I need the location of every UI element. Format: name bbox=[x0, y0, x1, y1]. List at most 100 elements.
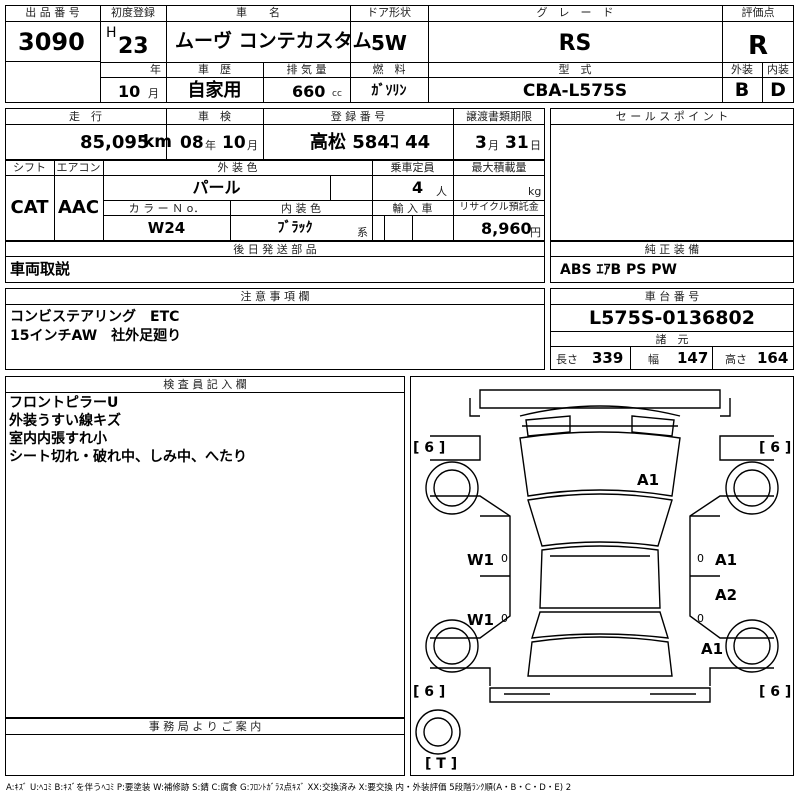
notes-label: 注 意 事 項 欄 bbox=[240, 290, 310, 303]
door-type: 5W bbox=[371, 31, 407, 55]
car-name: ムーヴ コンテカスタム bbox=[175, 30, 372, 52]
tire-rear-left: [ 6 ] bbox=[413, 684, 446, 700]
lot-no: 3090 bbox=[18, 28, 85, 56]
mileage-label: 走 行 bbox=[69, 110, 102, 123]
inspection-year: 08 bbox=[180, 133, 204, 153]
transfer-day: 31 bbox=[505, 133, 529, 153]
model: CBA-L575S bbox=[522, 81, 628, 101]
reg-no-label: 登 録 番 号 bbox=[330, 110, 386, 123]
office-label: 事 務 局 よ り ご 案 内 bbox=[148, 720, 262, 733]
inspector-line-1: フロントピラーU bbox=[9, 395, 119, 411]
inspection-year-unit: 年 bbox=[205, 139, 216, 152]
max-load-label: 最大積載量 bbox=[471, 161, 527, 174]
later-parts-label: 後 日 発 送 部 品 bbox=[233, 243, 317, 256]
recycle-unit: 円 bbox=[530, 226, 541, 239]
tire-front-left: [ 6 ] bbox=[413, 440, 446, 456]
recycle-label: リサイクル預託金 bbox=[459, 202, 539, 213]
mileage-unit: km bbox=[143, 132, 173, 152]
genuine-equipment: ABS ｴｱB PS PW bbox=[560, 262, 677, 278]
damage-left-rear-door: W1 bbox=[467, 611, 494, 629]
notes-line-1: コンビステアリング ETC bbox=[10, 309, 180, 325]
capacity: 4 bbox=[412, 178, 424, 197]
height-value: 164 bbox=[757, 349, 789, 367]
car-diagram-box: [ 6 ] [ 6 ] [ 6 ] [ 6 ] [ T ] A1 W1 0 W1… bbox=[410, 376, 794, 776]
displacement: 660 bbox=[292, 82, 326, 101]
first-reg-label: 初度登録 bbox=[111, 6, 155, 19]
inspection-month: 10 bbox=[222, 133, 246, 153]
damage-left-front-door: W1 bbox=[467, 551, 494, 569]
grade: RS bbox=[558, 31, 592, 56]
model-label: 型 式 bbox=[558, 63, 592, 76]
chassis-number: L575S-0136802 bbox=[589, 307, 755, 329]
exterior-color-label: 外 装 色 bbox=[217, 161, 258, 174]
inspector-line-3: 室内内張すれ小 bbox=[9, 431, 107, 447]
month-unit: 月 bbox=[148, 87, 159, 100]
width-label: 幅 bbox=[648, 353, 659, 366]
era: H bbox=[106, 25, 117, 41]
score: R bbox=[747, 31, 769, 61]
transfer-label: 譲渡書類期限 bbox=[466, 110, 532, 123]
first-reg-month: 10 bbox=[118, 82, 141, 101]
sales-point-label: セ ー ル ス ポ イ ン ト bbox=[615, 110, 729, 123]
grade-label: グ レ ー ド bbox=[536, 6, 614, 19]
specs-label: 諸 元 bbox=[655, 333, 689, 346]
capacity-label: 乗車定員 bbox=[390, 161, 435, 174]
legend: A:ｷｽﾞ U:ﾍｺﾐ B:ｷｽﾞを伴うﾍｺﾐ P:要塗装 W:補修跡 S:錆 … bbox=[6, 783, 572, 793]
ext-label: 外装 bbox=[731, 63, 753, 76]
inspector-line-2: 外装うすい線キズ bbox=[9, 413, 121, 429]
color-no: W24 bbox=[147, 219, 186, 237]
zero-left-rear: 0 bbox=[501, 612, 508, 625]
damage-right-rear-door: A2 bbox=[715, 586, 738, 604]
lot-no-label: 出 品 番 号 bbox=[25, 6, 80, 19]
aircon-label: エアコン bbox=[56, 161, 101, 174]
sales-point-box bbox=[550, 108, 794, 241]
displacement-unit: cc bbox=[332, 89, 342, 99]
history: 自家用 bbox=[187, 80, 242, 101]
reg-no: 高松 584ｺ 44 bbox=[310, 132, 431, 153]
zero-right-front: 0 bbox=[697, 552, 704, 565]
mileage: 85,095 bbox=[80, 132, 150, 153]
width-value: 147 bbox=[677, 349, 709, 367]
interior-color: ﾌﾞﾗｯｸ bbox=[277, 220, 313, 236]
door-label: ドア形状 bbox=[367, 6, 411, 19]
shift-label: シフト bbox=[13, 161, 46, 174]
exterior-color: パール bbox=[192, 178, 241, 197]
inspection-month-unit: 月 bbox=[247, 139, 258, 152]
length-label: 長さ bbox=[556, 353, 578, 366]
notes-line-2: 15インチAW 社外足廻り bbox=[10, 328, 182, 344]
aircon: AAC bbox=[57, 197, 100, 218]
inspector-label: 検 査 員 記 入 欄 bbox=[163, 378, 247, 391]
inspector-line-4: シート切れ・破れ中、しみ中、へたり bbox=[9, 449, 247, 465]
zero-left-front: 0 bbox=[501, 552, 508, 565]
int-score: D bbox=[770, 79, 786, 101]
tire-rear-right: [ 6 ] bbox=[759, 684, 792, 700]
chassis-label: 車 台 番 号 bbox=[644, 290, 700, 303]
import-label: 輸 入 車 bbox=[392, 202, 433, 215]
int-label: 内装 bbox=[767, 63, 789, 76]
history-label: 車 歴 bbox=[198, 63, 231, 76]
shift: CAT bbox=[10, 197, 49, 218]
car-name-label: 車 名 bbox=[236, 6, 280, 19]
fuel-label: 燃 料 bbox=[372, 63, 406, 76]
zero-right-rear: 0 bbox=[697, 612, 704, 625]
score-label: 評価点 bbox=[741, 6, 775, 19]
transfer-month-unit: 月 bbox=[488, 139, 499, 152]
transfer-month: 3 bbox=[475, 133, 487, 153]
car-diagram bbox=[415, 389, 779, 755]
tire-front-right: [ 6 ] bbox=[759, 440, 792, 456]
inspection-label: 車 検 bbox=[198, 110, 231, 123]
interior-color-label: 内 装 色 bbox=[281, 202, 321, 215]
color-no-label: カ ラ ー Ｎ o． bbox=[128, 202, 205, 215]
transfer-day-unit: 日 bbox=[530, 139, 541, 152]
length-value: 339 bbox=[592, 349, 624, 367]
displacement-label: 排 気 量 bbox=[286, 63, 327, 76]
fuel: ｶﾞｿﾘﾝ bbox=[371, 83, 407, 99]
first-reg-year: 23 bbox=[118, 34, 149, 59]
recycle-fee: 8,960 bbox=[481, 219, 532, 238]
year-unit: 年 bbox=[150, 63, 161, 76]
capacity-unit: 人 bbox=[436, 185, 447, 198]
interior-color-unit: 系 bbox=[357, 226, 368, 239]
height-label: 高さ bbox=[725, 353, 747, 366]
genuine-equipment-label: 純 正 装 備 bbox=[644, 243, 700, 256]
damage-right-front-door: A1 bbox=[715, 551, 738, 569]
